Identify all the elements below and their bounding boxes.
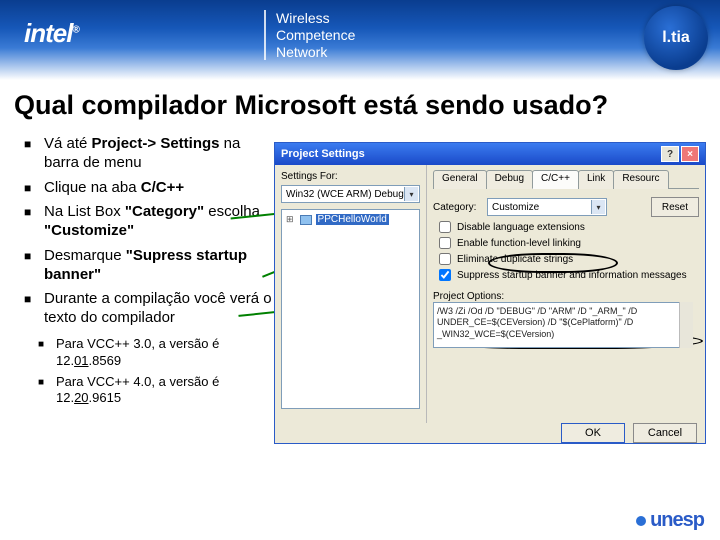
sub1-u: 01 [74,353,88,368]
cancel-button[interactable]: Cancel [633,423,697,443]
sub-bullet-1: Para VCC++ 3.0, a versão é 12.01.8569 [24,336,274,370]
intel-reg: ® [72,24,78,35]
project-icon [300,215,312,225]
intel-logo-text: intel [24,18,72,48]
chk-suppress-banner[interactable] [439,269,451,281]
chk-elim-dup-strings[interactable] [439,253,451,265]
slide: intel® Wireless Competence Network l.tia… [0,0,720,540]
bullet-1: Vá até Project-> Settings na barra de me… [24,135,274,173]
options-scrollbar[interactable] [679,302,693,348]
help-button[interactable]: ? [661,146,679,162]
program-line-1: Wireless [276,10,355,27]
slide-header: intel® Wireless Competence Network l.tia [0,0,720,80]
program-line-2: Competence [276,27,355,44]
chevron-down-icon: ▾ [591,200,605,214]
bullet-3: Na List Box "Category" escolha "Customiz… [24,203,274,241]
program-name: Wireless Competence Network [264,10,355,60]
sub-bullet-2: Para VCC++ 4.0, a versão é 12.20.9615 [24,374,274,408]
unesp-text: unesp [650,509,704,532]
tree-item-label: PPCHelloWorld [316,214,389,225]
footer-logo: unesp [636,509,704,532]
bullet-2-bold: C/C++ [141,179,184,196]
dialog-footer: OK Cancel [275,423,705,445]
tab-resource[interactable]: Resourc [613,170,668,189]
settings-for-value: Win32 (WCE ARM) Debug [286,189,404,200]
bullet-4: Desmarque "Supress startup banner" [24,247,274,285]
project-tree[interactable]: ⊞ PPCHelloWorld [281,209,420,409]
category-value: Customize [492,202,539,213]
settings-for-label: Settings For: [281,171,420,182]
close-button[interactable]: × [681,146,699,162]
tia-logo-text: l.tia [662,29,690,47]
chevron-down-icon: ▾ [404,187,418,201]
settings-for-combo[interactable]: Win32 (WCE ARM) Debug ▾ [281,185,420,203]
bullet-3-pre: Na List Box [44,203,125,220]
chk4-label: Suppress startup banner and information … [457,270,687,281]
chk2-label: Enable function-level linking [457,238,581,249]
tia-logo: l.tia [644,6,708,70]
bullet-1-bold: Project-> Settings [92,135,220,152]
bullet-5: Durante a compilação você verá o texto d… [24,290,274,328]
ok-button[interactable]: OK [561,423,625,443]
tree-item[interactable]: ⊞ PPCHelloWorld [286,214,415,225]
project-settings-dialog: Project Settings ? × Settings For: Win32… [274,142,706,444]
tab-link[interactable]: Link [578,170,614,189]
project-options-label: Project Options: [433,291,699,302]
bullet-3-bold1: "Category" [125,203,204,220]
dialog-title-text: Project Settings [281,148,365,160]
sub1-post: .8569 [89,353,122,368]
bullet-4-pre: Desmarque [44,247,126,264]
category-label: Category: [433,202,481,213]
sub2-post: .9615 [89,390,122,405]
bullet-2-pre: Clique na aba [44,179,141,196]
category-combo[interactable]: Customize ▾ [487,198,607,216]
bullet-1-pre: Vá até [44,135,92,152]
tab-strip: General Debug C/C++ Link Resourc [433,169,699,189]
tab-debug[interactable]: Debug [486,170,533,189]
sub2-u: 20 [74,390,88,405]
chk-func-linking[interactable] [439,237,451,249]
tab-general[interactable]: General [433,170,487,189]
intel-logo: intel® [24,18,79,49]
unesp-dot-icon [636,516,646,526]
dialog-titlebar[interactable]: Project Settings ? × [275,143,705,165]
chk1-label: Disable language extensions [457,222,585,233]
slide-title: Qual compilador Microsoft está sendo usa… [14,90,608,121]
dialog-right-pane: General Debug C/C++ Link Resourc Categor… [427,165,705,423]
program-line-3: Network [276,44,355,61]
tab-cpp[interactable]: C/C++ [532,170,579,189]
dialog-left-pane: Settings For: Win32 (WCE ARM) Debug ▾ ⊞ … [275,165,427,423]
project-options-text[interactable]: /W3 /Zi /Od /D "DEBUG" /D "ARM" /D "_ARM… [433,302,693,348]
bullet-list: Vá até Project-> Settings na barra de me… [24,135,274,411]
bullet-2: Clique na aba C/C++ [24,179,274,198]
reset-button[interactable]: Reset [651,197,699,217]
chk3-label: Eliminate duplicate strings [457,254,573,265]
tree-expand-icon[interactable]: ⊞ [286,214,294,225]
bullet-3-bold2: "Customize" [44,222,134,239]
chk-disable-lang-ext[interactable] [439,221,451,233]
